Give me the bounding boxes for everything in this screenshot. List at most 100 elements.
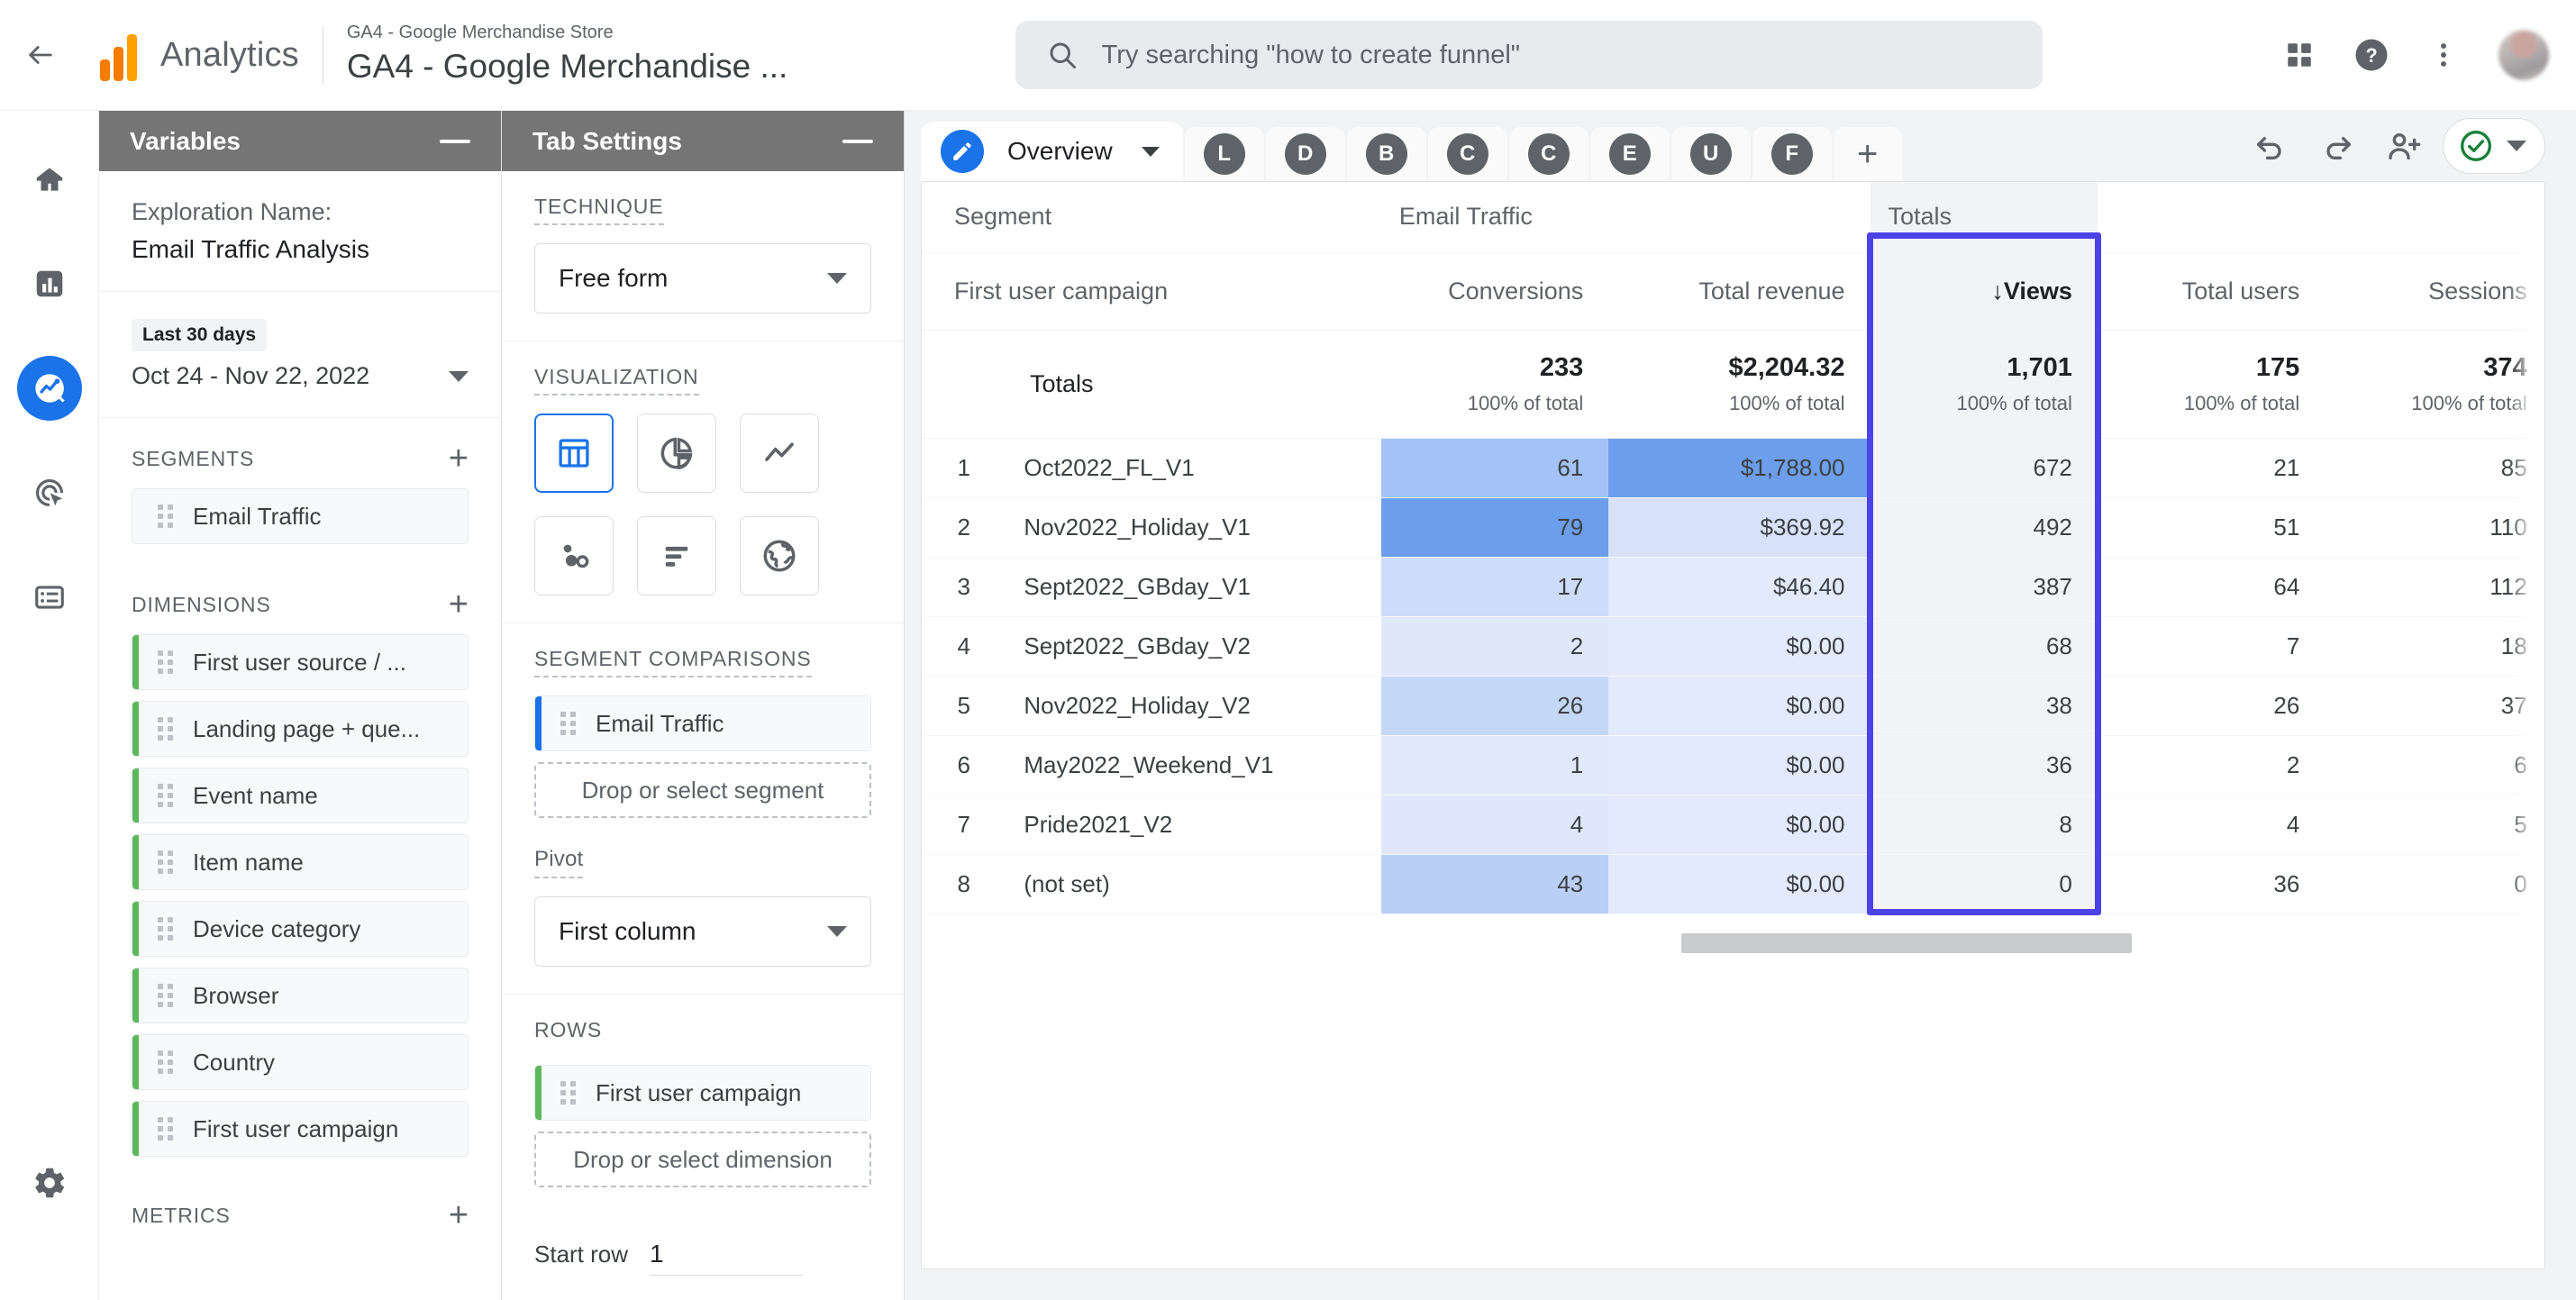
table-row[interactable]: 1 Oct2022_FL_V1 61 $1,788.00 672 21 85: [922, 438, 2544, 498]
viz-geo-button[interactable]: [740, 516, 819, 595]
dimension-chip[interactable]: First user campaign: [132, 1101, 469, 1157]
tab-mini-c1[interactable]: C: [1427, 127, 1507, 181]
drag-handle-icon[interactable]: [560, 712, 576, 735]
dimension-chip[interactable]: Landing page + que...: [132, 701, 469, 757]
drag-handle-icon[interactable]: [158, 505, 173, 528]
dimension-label: Browser: [193, 981, 279, 1009]
viz-donut-button[interactable]: [637, 414, 716, 493]
viz-bar-button[interactable]: [637, 516, 716, 595]
pivot-select[interactable]: First column: [534, 896, 871, 967]
row-campaign: Sept2022_GBday_V1: [1006, 557, 1381, 617]
drag-handle-icon[interactable]: [158, 984, 173, 1007]
drag-handle-icon[interactable]: [158, 650, 173, 674]
back-button[interactable]: [13, 27, 68, 83]
search-input[interactable]: Try searching "how to create funnel": [1015, 21, 2043, 89]
tab-overview[interactable]: Overview: [921, 122, 1183, 181]
minimize-icon[interactable]: [842, 139, 873, 143]
row-sessions: 0: [2325, 854, 2544, 914]
add-segment-button[interactable]: +: [449, 441, 469, 476]
sidebar-item-advertising[interactable]: [17, 460, 82, 525]
add-dimension-button[interactable]: +: [449, 587, 469, 622]
undo-button[interactable]: [2243, 118, 2298, 174]
google-analytics-logo: [92, 29, 144, 81]
tab-mini-c2[interactable]: C: [1508, 127, 1588, 181]
chevron-down-icon: [2507, 141, 2526, 151]
metric-header-total-users[interactable]: Total users: [2097, 252, 2326, 331]
save-status-button[interactable]: [2443, 118, 2545, 174]
tab-mini-u[interactable]: U: [1670, 127, 1751, 181]
segment-dropzone[interactable]: Drop or select segment: [534, 762, 871, 818]
dimension-chip[interactable]: Device category: [132, 901, 469, 957]
table-row[interactable]: 7 Pride2021_V2 4 $0.00 8 4 5: [922, 795, 2544, 855]
dimension-label: First user campaign: [193, 1114, 399, 1142]
table-scroll-container[interactable]: Segment Email Traffic Totals First user …: [922, 182, 2544, 1268]
table-row[interactable]: 6 May2022_Weekend_V1 1 $0.00 36 2 6: [922, 735, 2544, 795]
chevron-down-icon[interactable]: [1141, 146, 1160, 157]
row-sessions: 18: [2325, 616, 2544, 677]
drag-handle-icon[interactable]: [158, 850, 173, 874]
share-button[interactable]: [2376, 118, 2432, 174]
drag-handle-icon[interactable]: [158, 717, 173, 741]
tab-mini-label: C: [1527, 133, 1570, 175]
drag-handle-icon[interactable]: [158, 917, 173, 941]
technique-select[interactable]: Free form: [534, 243, 871, 314]
viz-table-button[interactable]: [534, 414, 614, 493]
exploration-name-section[interactable]: Exploration Name: Email Traffic Analysis: [99, 171, 501, 292]
drag-handle-icon[interactable]: [158, 784, 173, 807]
sidebar-item-home[interactable]: [17, 147, 82, 212]
date-range-selector[interactable]: Oct 24 - Nov 22, 2022: [132, 362, 469, 390]
avatar[interactable]: [2499, 30, 2549, 80]
dimension-chip[interactable]: Browser: [132, 968, 469, 1023]
add-metric-button[interactable]: +: [449, 1198, 469, 1232]
metric-header-conversions[interactable]: Conversions: [1380, 252, 1609, 331]
row-total-revenue: $369.92: [1608, 497, 1871, 558]
date-range-section[interactable]: Last 30 days Oct 24 - Nov 22, 2022: [99, 292, 501, 418]
dimension-chip[interactable]: Event name: [132, 768, 469, 823]
table-row[interactable]: 8 (not set) 43 $0.00 0 36 0: [922, 854, 2544, 914]
segment-chip-email-traffic[interactable]: Email Traffic: [132, 488, 469, 544]
sidebar-item-settings[interactable]: [17, 1150, 82, 1215]
totals-percent: 100% of total: [2183, 391, 2300, 414]
drag-handle-icon[interactable]: [560, 1081, 576, 1105]
property-selector[interactable]: GA4 - Google Merchandise Store GA4 - Goo…: [347, 21, 787, 88]
tab-mini-l[interactable]: L: [1184, 127, 1264, 181]
more-options-button[interactable]: [2414, 25, 2473, 85]
help-button[interactable]: ?: [2342, 25, 2401, 85]
row-conversions: 43: [1380, 854, 1609, 914]
tab-mini-label: L: [1203, 133, 1245, 175]
sidebar-item-configure[interactable]: [17, 565, 82, 630]
horizontal-scrollbar[interactable]: [1680, 933, 2132, 953]
drag-handle-icon[interactable]: [158, 1117, 173, 1141]
metric-header-total-revenue[interactable]: Total revenue: [1608, 252, 1871, 331]
segment-comparison-chip[interactable]: Email Traffic: [534, 695, 871, 751]
dimension-chip[interactable]: Country: [132, 1034, 469, 1090]
metric-header-sessions[interactable]: Sessions: [2325, 252, 2544, 331]
rows-dropzone[interactable]: Drop or select dimension: [534, 1132, 871, 1187]
sidebar-item-reports[interactable]: [17, 251, 82, 316]
table-row[interactable]: 5 Nov2022_Holiday_V2 26 $0.00 38 26 37: [922, 676, 2544, 736]
dimension-label: Country: [193, 1048, 276, 1076]
tab-mini-d[interactable]: D: [1265, 127, 1345, 181]
tab-mini-f[interactable]: F: [1752, 127, 1832, 181]
apps-grid-button[interactable]: [2270, 25, 2329, 85]
start-row-field[interactable]: 1: [650, 1240, 804, 1276]
dimension-chip[interactable]: Item name: [132, 834, 469, 890]
viz-line-button[interactable]: [740, 414, 819, 493]
viz-scatter-button[interactable]: [534, 516, 614, 595]
redo-button[interactable]: [2309, 118, 2365, 174]
row-total-revenue: $1,788.00: [1608, 438, 1871, 498]
variables-panel: Variables Exploration Name: Email Traffi…: [99, 111, 502, 1300]
dimension-chip[interactable]: First user source / ...: [132, 634, 469, 690]
tab-mini-e[interactable]: E: [1589, 127, 1670, 181]
sidebar-item-explore[interactable]: [16, 356, 82, 421]
table-row[interactable]: 4 Sept2022_GBday_V2 2 $0.00 68 7 18: [922, 616, 2544, 677]
metric-header-views[interactable]: ↓Views: [1870, 252, 2098, 331]
table-row[interactable]: 2 Nov2022_Holiday_V1 79 $369.92 492 51 110: [922, 497, 2544, 558]
tab-mini-b[interactable]: B: [1346, 127, 1426, 181]
minimize-icon[interactable]: [440, 139, 470, 143]
add-tab-button[interactable]: +: [1833, 127, 1902, 181]
table-row[interactable]: 3 Sept2022_GBday_V1 17 $46.40 387 64 112: [922, 557, 2544, 617]
row-dimension-chip[interactable]: First user campaign: [534, 1065, 871, 1121]
drag-handle-icon[interactable]: [158, 1050, 173, 1074]
row-total-users: 36: [2097, 854, 2326, 914]
